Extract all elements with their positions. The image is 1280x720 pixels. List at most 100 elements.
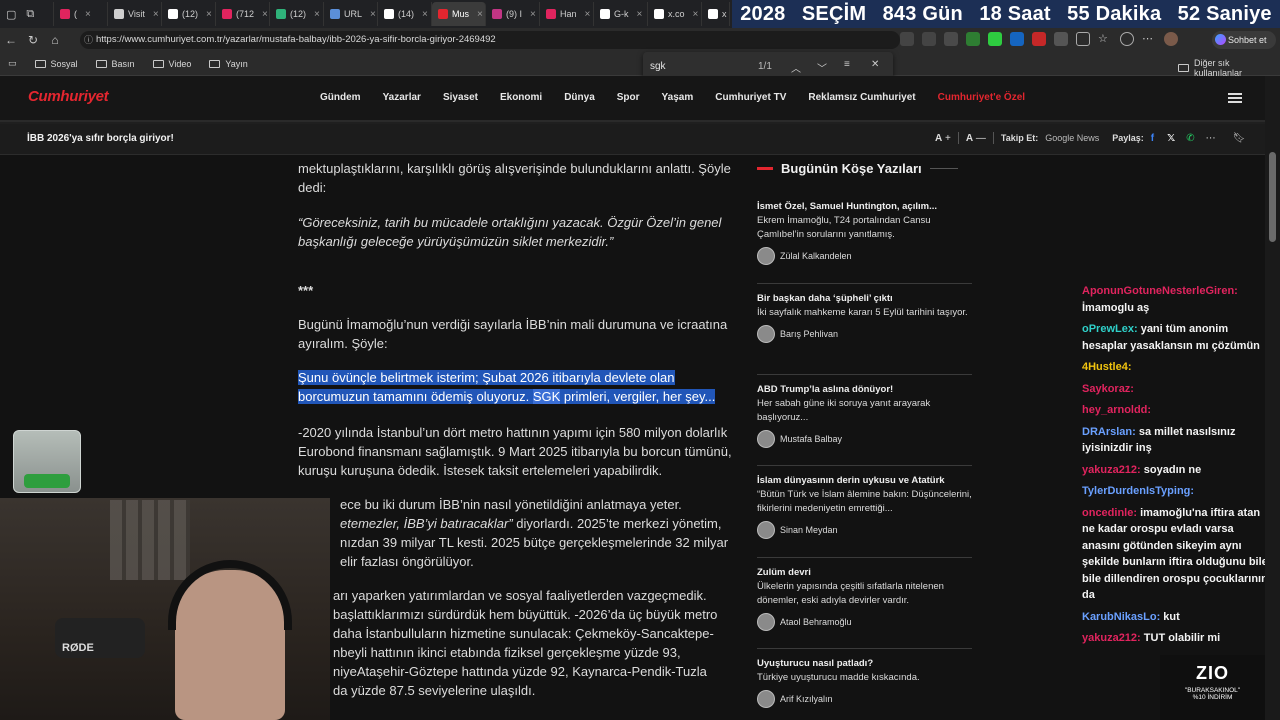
extension-icon[interactable]: [922, 32, 936, 46]
bookmark-icon[interactable]: 🔖︎: [1233, 133, 1246, 144]
close-tab-icon[interactable]: ×: [477, 9, 483, 20]
google-news-link[interactable]: Google News: [1045, 133, 1099, 143]
close-tab-icon[interactable]: ×: [530, 9, 536, 20]
font-increase-button[interactable]: A +: [935, 133, 951, 144]
split-screen-icon[interactable]: [1076, 32, 1090, 46]
url-field[interactable]: ⓘ https://www.cumhuriyet.com.tr/yazarlar…: [80, 31, 900, 49]
menu-item[interactable]: Reklamsız Cumhuriyet: [808, 92, 915, 103]
reload-icon[interactable]: ↻: [22, 33, 44, 47]
profile-avatar[interactable]: [1164, 32, 1178, 46]
column-title[interactable]: Bir başkan daha ‘şüpheli’ çıktı: [757, 292, 972, 306]
find-input[interactable]: sgk: [650, 61, 666, 72]
close-tab-icon[interactable]: ×: [637, 9, 643, 20]
column-author[interactable]: Zülal Kalkandelen: [757, 247, 972, 265]
more-icon[interactable]: ⋯: [1142, 32, 1156, 46]
workspaces-icon[interactable]: ▢: [6, 8, 16, 21]
copilot-button[interactable]: Sohbet et: [1212, 31, 1276, 49]
column-author[interactable]: Mustafa Balbay: [757, 430, 972, 448]
extension-icon[interactable]: [900, 32, 914, 46]
column-title[interactable]: İsmet Özel, Samuel Huntington, açılım...: [757, 200, 972, 214]
extension-icon[interactable]: [966, 32, 980, 46]
browser-tab[interactable]: URL ×: [324, 2, 378, 26]
tab-label: Han: [560, 9, 577, 19]
menu-item[interactable]: Yaşam: [662, 92, 694, 103]
menu-item[interactable]: Ekonomi: [500, 92, 542, 103]
close-tab-icon[interactable]: ×: [206, 9, 212, 20]
scrollbar-thumb[interactable]: [1269, 152, 1276, 242]
column-title[interactable]: Zulüm devri: [757, 566, 972, 580]
close-tab-icon[interactable]: ×: [693, 9, 699, 20]
whatsapp-icon[interactable]: ✆: [1186, 133, 1194, 144]
reading-list-icon[interactable]: ▭: [8, 58, 17, 69]
extension-icon[interactable]: [1010, 32, 1024, 46]
hamburger-menu-icon[interactable]: [1228, 93, 1242, 103]
column-item[interactable]: Uyuşturucu nasıl patladı? Türkiye uyuştur…: [757, 648, 972, 708]
extension-icon[interactable]: [1032, 32, 1046, 46]
bookmark-folder[interactable]: Basın: [95, 59, 135, 69]
favorites-icon[interactable]: ☆: [1098, 32, 1112, 46]
menu-item[interactable]: Cumhuriyet TV: [715, 92, 786, 103]
close-tab-icon[interactable]: ×: [585, 9, 591, 20]
back-icon[interactable]: ←: [0, 33, 22, 47]
home-icon[interactable]: ⌂: [44, 33, 66, 47]
article-highlighted-paragraph[interactable]: Şunu övünçle belirtmek isterim; Şubat 20…: [298, 368, 743, 406]
bookmark-folder[interactable]: Video: [152, 59, 191, 69]
close-tab-icon[interactable]: ×: [153, 9, 159, 20]
column-item[interactable]: ABD Trump’la aslına dönüyor! Her sabah gü…: [757, 374, 972, 448]
menu-item[interactable]: Siyaset: [443, 92, 478, 103]
font-decrease-button[interactable]: A —: [966, 133, 986, 144]
column-title[interactable]: Uyuşturucu nasıl patladı?: [757, 657, 972, 671]
extension-icon[interactable]: [1054, 32, 1068, 46]
browser-tab[interactable]: (12) ×: [162, 2, 216, 26]
more-share-icon[interactable]: ⋯: [1206, 133, 1216, 144]
close-tab-icon[interactable]: ×: [422, 9, 428, 20]
column-author[interactable]: Sinan Meydan: [757, 521, 972, 539]
browser-tab[interactable]: (×: [54, 2, 108, 26]
browser-tab[interactable]: (12) ×: [270, 2, 324, 26]
close-tab-icon[interactable]: ×: [370, 9, 376, 20]
browser-tab[interactable]: (712 ×: [216, 2, 270, 26]
other-bookmarks[interactable]: Diğer sık kullanılanlar: [1178, 58, 1280, 78]
find-options-icon[interactable]: ≡: [844, 59, 850, 70]
close-tab-icon[interactable]: ×: [262, 9, 268, 20]
browser-tab[interactable]: x: [702, 2, 730, 26]
menu-item[interactable]: Dünya: [564, 92, 595, 103]
column-title[interactable]: ABD Trump’la aslına dönüyor!: [757, 383, 972, 397]
facebook-icon[interactable]: f: [1151, 133, 1154, 144]
column-title[interactable]: İslam dünyasının derin uykusu ve Atatürk: [757, 474, 972, 488]
menu-item[interactable]: Yazarlar: [383, 92, 421, 103]
browser-tab[interactable]: G-k ×: [594, 2, 648, 26]
browser-essentials-icon[interactable]: [1120, 32, 1134, 46]
site-info-icon[interactable]: ⓘ: [84, 31, 93, 49]
tab-list-icon[interactable]: ⧉: [26, 8, 34, 21]
column-item[interactable]: İslam dünyasının derin uykusu ve Atatürk…: [757, 465, 972, 539]
menu-item[interactable]: Spor: [617, 92, 640, 103]
browser-tab[interactable]: (9) I ×: [486, 2, 540, 26]
find-previous-icon[interactable]: ︿: [791, 60, 801, 75]
column-author[interactable]: Arif Kızılyalın: [757, 690, 972, 708]
site-logo[interactable]: Cumhuriyet: [28, 88, 109, 105]
browser-tab[interactable]: (14) ×: [378, 2, 432, 26]
column-item[interactable]: Bir başkan daha ‘şüpheli’ çıktı İki sayfa…: [757, 283, 972, 343]
column-author[interactable]: Ataol Behramoğlu: [757, 613, 972, 631]
close-tab-icon[interactable]: ×: [85, 9, 91, 20]
close-find-icon[interactable]: ✕: [871, 59, 879, 70]
tab-actions[interactable]: ▢ ⧉: [0, 2, 54, 26]
column-item[interactable]: Zulüm devri Ülkelerin yapısında çeşitli s…: [757, 557, 972, 631]
browser-tab[interactable]: Visit ×: [108, 2, 162, 26]
menu-item[interactable]: Cumhuriyet'e Özel: [938, 92, 1025, 103]
browser-tab[interactable]: Mus ×: [432, 2, 486, 26]
close-tab-icon[interactable]: ×: [314, 9, 320, 20]
browser-tab[interactable]: x.co ×: [648, 2, 702, 26]
browser-tab[interactable]: Han ×: [540, 2, 594, 26]
page-scrollbar[interactable]: [1265, 76, 1280, 720]
menu-item[interactable]: Gündem: [320, 92, 361, 103]
find-next-icon[interactable]: ﹀: [817, 60, 827, 75]
bookmark-folder[interactable]: Yayın: [209, 59, 248, 69]
extension-icon[interactable]: [944, 32, 958, 46]
column-item[interactable]: İsmet Özel, Samuel Huntington, açılım...…: [757, 182, 972, 265]
column-author[interactable]: Barış Pehlivan: [757, 325, 972, 343]
bookmark-folder[interactable]: Sosyal: [34, 59, 78, 69]
extension-icon[interactable]: [988, 32, 1002, 46]
x-share-icon[interactable]: 𝕏: [1167, 133, 1175, 144]
